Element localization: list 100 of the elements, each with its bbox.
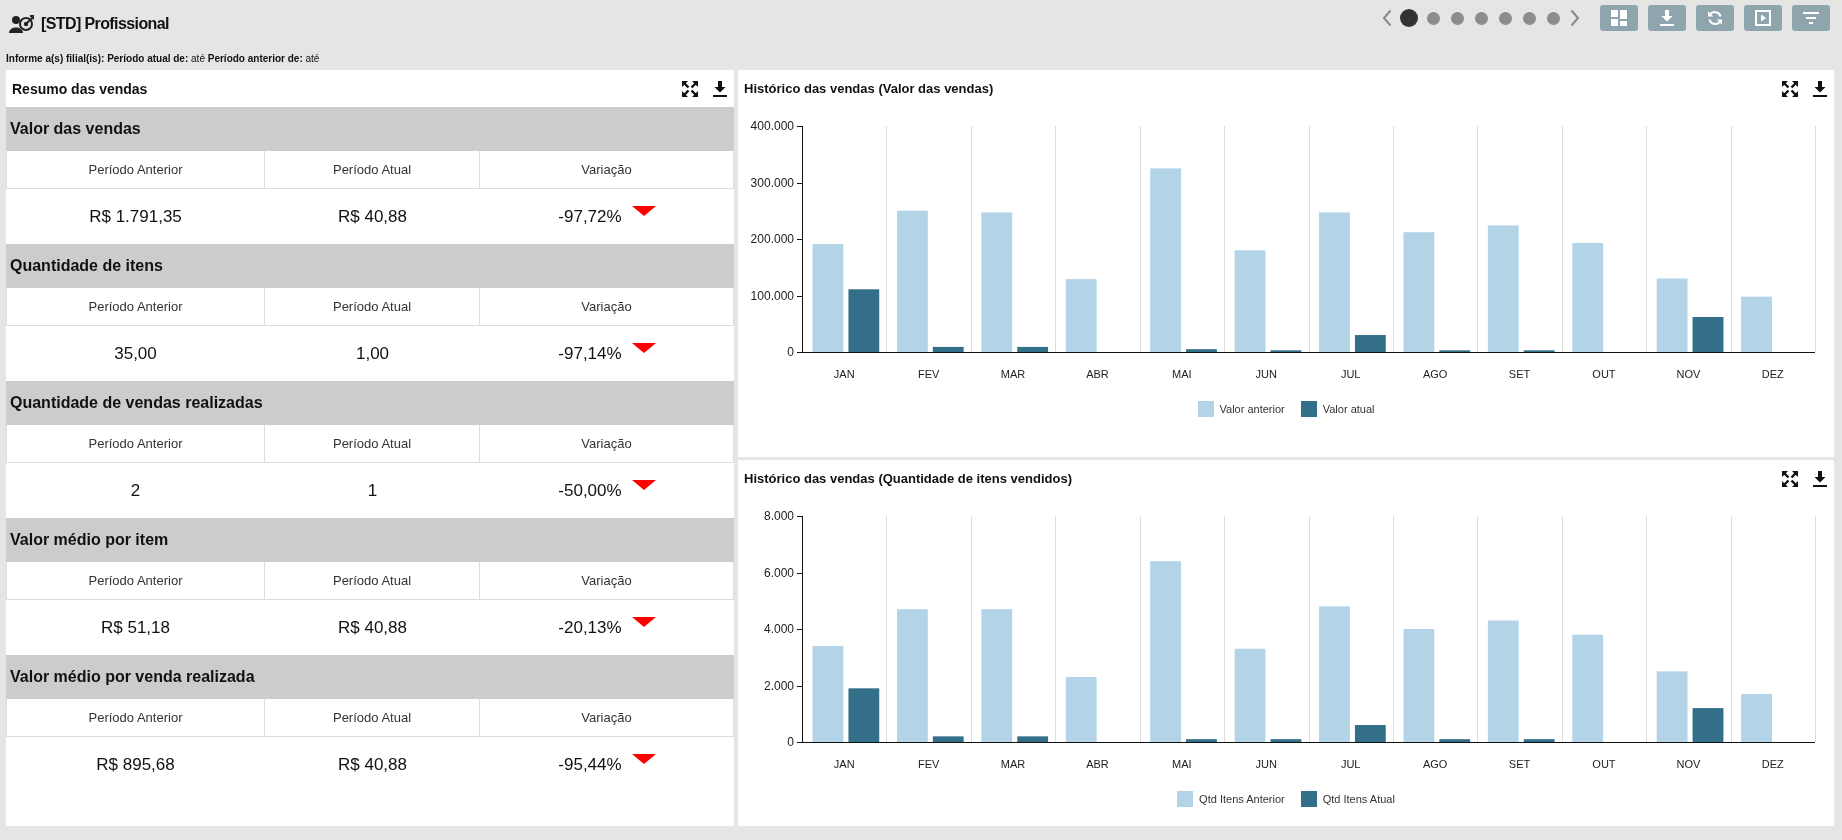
section-header: Quantidade de itens bbox=[6, 244, 734, 288]
page-dot[interactable] bbox=[1546, 11, 1560, 25]
legend-label: Qtd Itens Anterior bbox=[1199, 793, 1285, 805]
x-axis-label: JUL bbox=[1340, 368, 1361, 380]
chart-bar bbox=[1656, 671, 1688, 742]
chevron-right-icon[interactable] bbox=[1570, 9, 1580, 27]
variation-value: -97,14% bbox=[558, 343, 622, 364]
download-icon[interactable] bbox=[713, 80, 727, 97]
refresh-button[interactable] bbox=[1696, 5, 1734, 31]
page-dot[interactable] bbox=[1400, 9, 1418, 27]
filter-button[interactable] bbox=[1792, 5, 1830, 31]
variation-value: -97,72% bbox=[558, 206, 622, 227]
x-axis-label: JUL bbox=[1340, 758, 1361, 770]
column-header: Período Atual bbox=[265, 288, 480, 326]
filter-summary: Informe a(s) filial(is): Período atual de: até Período anterior de: até bbox=[6, 53, 320, 64]
column-header: Período Atual bbox=[265, 151, 480, 189]
chart-bar bbox=[1017, 736, 1049, 742]
panel-title: Histórico das vendas (Quantidade de itens vendidos) bbox=[744, 471, 1072, 486]
legend-label: Valor atual bbox=[1322, 403, 1375, 415]
y-axis-label: 4.000 bbox=[763, 622, 794, 636]
x-axis-label: NOV bbox=[1676, 368, 1701, 380]
chevron-left-icon[interactable] bbox=[1382, 9, 1392, 27]
expand-icon[interactable] bbox=[1782, 470, 1798, 487]
previous-period-value: 2 bbox=[130, 480, 141, 501]
x-axis-label: MAI bbox=[1172, 758, 1192, 770]
chart-bar bbox=[848, 289, 880, 352]
page-dot[interactable] bbox=[1474, 11, 1488, 25]
download-icon bbox=[1660, 10, 1674, 26]
y-axis-label: 0 bbox=[787, 345, 794, 359]
x-axis-label: FEV bbox=[917, 368, 940, 380]
current-period-value: R$ 40,88 bbox=[338, 754, 407, 775]
x-axis-label: MAR bbox=[1000, 758, 1026, 770]
expand-icon[interactable] bbox=[682, 80, 698, 97]
panel-title: Resumo das vendas bbox=[12, 80, 148, 97]
section-header: Valor médio por item bbox=[6, 518, 734, 562]
y-axis-label: 2.000 bbox=[763, 678, 794, 693]
y-axis-label: 8.000 bbox=[763, 509, 794, 523]
chart-bar bbox=[1354, 725, 1386, 742]
column-header: Variação bbox=[480, 699, 734, 737]
current-period-value: 1,00 bbox=[355, 343, 390, 364]
page-dot[interactable] bbox=[1522, 11, 1536, 25]
x-axis-label: JAN bbox=[833, 758, 855, 770]
x-axis-label: DEZ bbox=[1761, 368, 1784, 380]
chart-bar bbox=[848, 688, 880, 742]
x-axis-label: ABR bbox=[1086, 758, 1109, 770]
download-icon[interactable] bbox=[1813, 470, 1827, 487]
dashboard-title: [STD] Profissional bbox=[41, 15, 169, 33]
person-target-icon bbox=[9, 15, 34, 33]
column-header: Período Anterior bbox=[6, 425, 265, 463]
filter-icon bbox=[1803, 11, 1819, 25]
current-period-value: 1 bbox=[367, 480, 378, 501]
column-header: Período Anterior bbox=[6, 699, 265, 737]
download-icon[interactable] bbox=[1813, 80, 1827, 97]
x-axis-label: MAR bbox=[1000, 368, 1026, 380]
chart-bar bbox=[1017, 346, 1049, 352]
x-axis-label: DEZ bbox=[1761, 758, 1784, 770]
download-button[interactable] bbox=[1648, 5, 1686, 31]
x-axis-label: JAN bbox=[833, 368, 855, 380]
x-axis-label: ABR bbox=[1086, 368, 1109, 380]
x-axis-label: NOV bbox=[1676, 758, 1701, 770]
column-header: Período Anterior bbox=[6, 288, 265, 326]
previous-period-value: R$ 895,68 bbox=[96, 754, 175, 775]
column-header: Período Atual bbox=[265, 699, 480, 737]
x-axis-label: OUT bbox=[1592, 368, 1616, 380]
previous-period-value: 35,00 bbox=[114, 343, 157, 364]
chart-bar bbox=[1354, 335, 1386, 352]
column-header: Variação bbox=[480, 562, 734, 600]
page-dot[interactable] bbox=[1450, 11, 1464, 25]
x-axis-label: FEV bbox=[917, 758, 940, 770]
chart-bar bbox=[932, 346, 964, 352]
page-dot[interactable] bbox=[1498, 11, 1512, 25]
layout-button[interactable] bbox=[1600, 5, 1638, 31]
slideshow-button[interactable] bbox=[1744, 5, 1782, 31]
expand-icon[interactable] bbox=[1782, 80, 1798, 97]
section-header: Valor das vendas bbox=[6, 107, 734, 151]
layout-icon bbox=[1611, 10, 1627, 26]
current-period-value: R$ 40,88 bbox=[338, 206, 407, 227]
variation-value: -50,00% bbox=[558, 480, 622, 501]
x-axis-label: MAI bbox=[1172, 368, 1192, 380]
current-period-value: R$ 40,88 bbox=[338, 617, 407, 638]
column-header: Variação bbox=[480, 151, 734, 189]
previous-period-value: R$ 1.791,35 bbox=[89, 206, 182, 227]
previous-period-value: R$ 51,18 bbox=[101, 617, 170, 638]
y-axis-label: 0 bbox=[787, 735, 794, 749]
section-header: Valor médio por venda realizada bbox=[6, 655, 734, 699]
chart-bar bbox=[1741, 296, 1772, 352]
section-header: Quantidade de vendas realizadas bbox=[6, 381, 734, 425]
variation-value: -20,13% bbox=[558, 617, 622, 638]
x-axis-label: AGO bbox=[1422, 368, 1448, 380]
page-dot[interactable] bbox=[1426, 11, 1440, 25]
legend-label: Valor anterior bbox=[1219, 403, 1285, 415]
refresh-icon bbox=[1707, 10, 1723, 26]
column-header: Período Anterior bbox=[6, 151, 265, 189]
column-header: Período Atual bbox=[265, 562, 480, 600]
chart-bar bbox=[1692, 708, 1724, 742]
chart-bar bbox=[1439, 739, 1471, 742]
y-axis-label: 300.000 bbox=[750, 175, 794, 190]
y-axis-label: 200.000 bbox=[750, 232, 794, 246]
column-header: Período Anterior bbox=[6, 562, 265, 600]
chart-bar bbox=[1065, 677, 1097, 742]
